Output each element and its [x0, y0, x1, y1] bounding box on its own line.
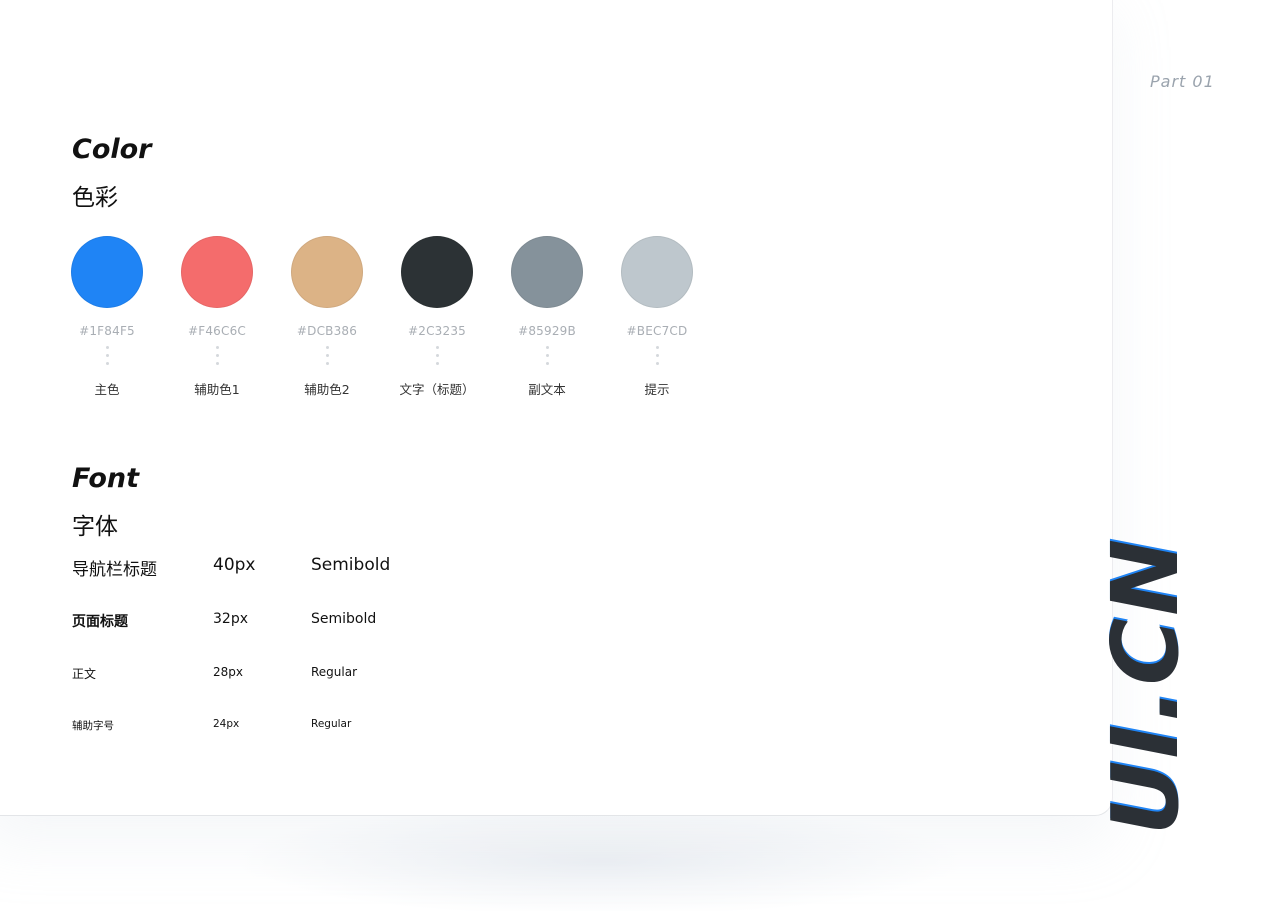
font-usage: 页面标题 [72, 614, 128, 630]
dotted-connector [545, 346, 549, 365]
color-hex: #2C3235 [407, 324, 466, 338]
color-name: 文字（标题） [399, 382, 475, 397]
color-swatch-circle [621, 236, 693, 308]
color-swatch-item: #1F84F5 主色 [52, 236, 162, 398]
color-hex: #BEC7CD [626, 324, 688, 338]
dotted-connector [435, 346, 439, 365]
color-title-zh: 色彩 [72, 185, 118, 211]
color-swatch-item: #F46C6C 辅助色1 [162, 236, 272, 398]
color-hex: #1F84F5 [79, 324, 135, 338]
font-usage: 导航栏标题 [72, 560, 157, 580]
font-spec-row: 正文 28px Regular [72, 665, 672, 695]
color-name: 副文本 [528, 382, 566, 397]
color-swatch-item: #2C3235 文字（标题） [382, 236, 492, 398]
dotted-connector [655, 346, 659, 365]
dotted-connector [325, 346, 329, 365]
font-usage: 辅助字号 [72, 720, 114, 732]
color-hex: #F46C6C [187, 324, 247, 338]
font-size: 32px [213, 611, 248, 627]
dotted-connector [105, 346, 109, 365]
color-name: 提示 [644, 382, 670, 397]
font-size: 40px [213, 555, 256, 575]
color-swatch-item: #85929B 副文本 [492, 236, 602, 398]
font-weight: Semibold [311, 555, 391, 575]
color-title-en: Color [72, 134, 152, 165]
font-size: 28px [213, 665, 243, 679]
color-swatch-circle [511, 236, 583, 308]
font-weight: Regular [311, 665, 358, 679]
part-label: Part 01 [1150, 72, 1215, 91]
font-title-en: Font [72, 463, 140, 494]
color-swatch-circle [291, 236, 363, 308]
font-weight: Regular [311, 718, 352, 730]
color-name: 辅助色1 [194, 382, 240, 397]
dotted-connector [215, 346, 219, 365]
font-title-zh: 字体 [72, 514, 118, 540]
color-hex: #DCB386 [296, 324, 358, 338]
font-spec-row: 导航栏标题 40px Semibold [72, 555, 672, 585]
color-swatch-circle [401, 236, 473, 308]
brand-logo: UI.CN [1092, 536, 1199, 836]
color-swatch-circle [181, 236, 253, 308]
color-swatch-item: #BEC7CD 提示 [602, 236, 712, 398]
color-hex: #85929B [518, 324, 576, 338]
color-swatch-item: #DCB386 辅助色2 [272, 236, 382, 398]
color-swatch-circle [71, 236, 143, 308]
font-weight: Semibold [311, 611, 377, 627]
font-spec-row: 页面标题 32px Semibold [72, 611, 672, 641]
font-size: 24px [213, 718, 240, 730]
color-name: 主色 [94, 382, 120, 397]
color-name: 辅助色2 [304, 382, 350, 397]
font-usage: 正文 [72, 667, 97, 681]
font-spec-row: 辅助字号 24px Regular [72, 718, 672, 748]
